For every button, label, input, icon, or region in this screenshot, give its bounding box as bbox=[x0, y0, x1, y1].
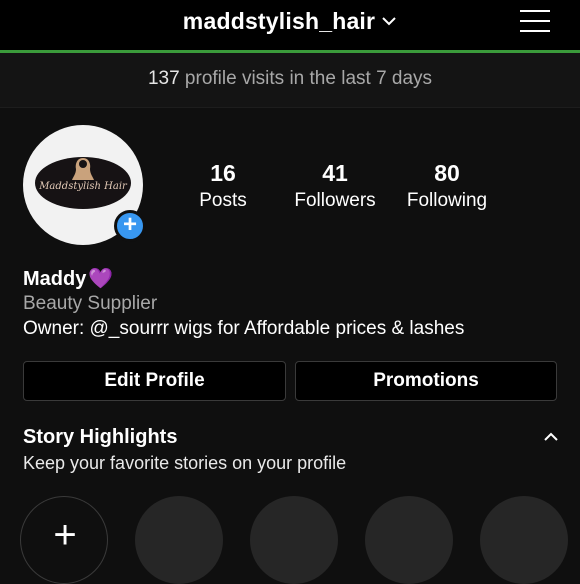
edit-profile-button[interactable]: Edit Profile bbox=[23, 361, 286, 401]
profile-name: Maddy bbox=[23, 268, 87, 290]
story-highlights-title: Story Highlights bbox=[23, 426, 178, 448]
brand-logo-text: Maddstylish Hair bbox=[39, 181, 127, 192]
following-label: Following bbox=[406, 190, 488, 211]
hair-silhouette-icon bbox=[72, 158, 94, 180]
stat-posts[interactable]: 16 Posts bbox=[168, 160, 278, 212]
stat-following[interactable]: 80 Following bbox=[392, 160, 502, 212]
chevron-down-icon bbox=[382, 17, 396, 26]
promotions-button[interactable]: Promotions bbox=[295, 361, 557, 401]
purple-heart-icon: 💜 bbox=[88, 268, 114, 290]
highlight-placeholder bbox=[480, 496, 568, 584]
profile-bio: Owner: @_sourrr wigs for Affordable pric… bbox=[23, 318, 465, 339]
followers-label: Followers bbox=[294, 190, 376, 211]
profile-category: Beauty Supplier bbox=[23, 293, 158, 314]
chevron-up-icon[interactable] bbox=[543, 432, 559, 442]
stat-followers[interactable]: 41 Followers bbox=[280, 160, 390, 212]
followers-count: 41 bbox=[322, 160, 348, 186]
username-title: maddstylish_hair bbox=[182, 8, 376, 34]
highlight-placeholder bbox=[135, 496, 223, 584]
posts-count: 16 bbox=[210, 160, 236, 186]
hamburger-menu-icon[interactable] bbox=[520, 8, 550, 34]
profile-visits-label: profile visits in the last 7 days bbox=[179, 68, 433, 89]
following-count: 80 bbox=[434, 160, 460, 186]
profile-name-line: Maddy 💜 bbox=[23, 266, 113, 291]
new-highlight-button[interactable]: + bbox=[20, 496, 108, 584]
story-highlights-subtitle: Keep your favorite stories on your profi… bbox=[23, 453, 347, 473]
plus-icon: + bbox=[53, 513, 77, 557]
profile-visits-count: 137 bbox=[147, 68, 180, 89]
account-switcher[interactable]: maddstylish_hair bbox=[0, 8, 580, 35]
brand-logo: Maddstylish Hair bbox=[35, 157, 131, 209]
highlight-placeholder bbox=[365, 496, 453, 584]
posts-label: Posts bbox=[199, 190, 247, 211]
highlight-placeholder bbox=[250, 496, 338, 584]
add-story-button[interactable]: + bbox=[114, 210, 146, 242]
profile-visits-text[interactable]: 137 profile visits in the last 7 days bbox=[0, 68, 580, 90]
